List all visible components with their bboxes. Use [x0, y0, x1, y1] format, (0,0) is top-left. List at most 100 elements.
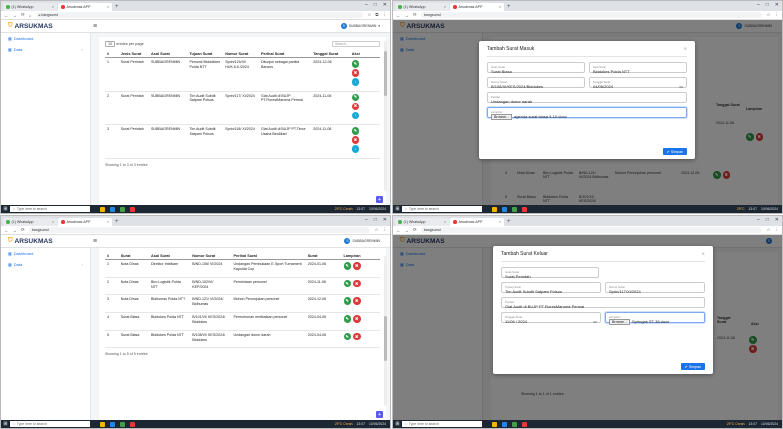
hamburger-icon[interactable]: ≡: [93, 238, 97, 245]
nomor-surat-field[interactable]: Nomor Surat Sprin/117/XI/2024: [605, 282, 705, 294]
tab-arsukmas[interactable]: Arsukmas APP ×: [58, 218, 112, 226]
url-field[interactable]: bangsumd: [420, 11, 763, 19]
new-tab-button[interactable]: +: [115, 219, 119, 225]
edit-icon[interactable]: ✎: [351, 60, 360, 68]
edge-icon[interactable]: [110, 421, 115, 427]
edit-icon[interactable]: ✎: [343, 315, 351, 323]
search-input[interactable]: Search...: [332, 41, 380, 47]
delete-icon[interactable]: ✖: [353, 315, 361, 323]
perihal-field[interactable]: Perihal Giat Audit di BUJP PT.FloresMarom…: [501, 297, 705, 309]
file-explorer-icon[interactable]: [100, 421, 105, 427]
windows-icon[interactable]: ⊞: [393, 206, 402, 212]
url-field[interactable]: 🔒︎ bangsumd: [35, 11, 364, 19]
jenis-surat-field[interactable]: Jenis Surat Surat Biasa: [487, 62, 585, 74]
scrollbar[interactable]: [384, 41, 387, 191]
new-tab-button[interactable]: +: [507, 4, 511, 10]
file-explorer-icon[interactable]: [100, 206, 105, 212]
forward-icon[interactable]: →: [405, 13, 410, 18]
download-icon[interactable]: ↓: [351, 111, 360, 119]
tab-whatsapp[interactable]: (1) WhatsApp ×: [3, 3, 57, 11]
app-icon[interactable]: [130, 421, 135, 427]
edit-icon[interactable]: ✎: [351, 127, 360, 135]
maximize-icon[interactable]: □: [374, 217, 377, 223]
close-window-icon[interactable]: ✕: [775, 217, 779, 223]
app-icon[interactable]: [130, 206, 135, 212]
maximize-icon[interactable]: □: [374, 2, 377, 8]
maximize-icon[interactable]: □: [766, 2, 769, 8]
calendar-icon[interactable]: ▭: [679, 84, 683, 89]
add-button[interactable]: +: [376, 411, 383, 418]
file-explorer-icon[interactable]: [492, 421, 497, 427]
menu-dots-icon[interactable]: ⋮: [775, 12, 780, 18]
minimize-icon[interactable]: –: [757, 2, 760, 8]
asal-surat-field[interactable]: Asal Surat Biddokes Polda NTT: [589, 62, 687, 74]
edit-icon[interactable]: ✎: [343, 279, 351, 288]
chrome-icon[interactable]: [120, 206, 125, 212]
menu-dots-icon[interactable]: ⋮: [383, 227, 388, 233]
lampiran-file-input[interactable]: Lampiran Browse... agenda surat biasa 9-10…: [487, 107, 687, 120]
tanggal-surat-field[interactable]: Tanggal Surat 11/06 / 2024 ▭: [501, 312, 601, 324]
taskbar-search[interactable]: ⌕ Type here to search: [402, 421, 482, 427]
sidebar-item-data[interactable]: ▦ Data ›: [1, 44, 90, 55]
close-tab-icon[interactable]: ×: [444, 5, 446, 9]
star-icon[interactable]: ☆: [374, 227, 378, 233]
tujuan-surat-field[interactable]: Tujuan Surat Tim Audit Subdit Satpam Pols…: [501, 282, 601, 294]
close-tab-icon[interactable]: ×: [444, 220, 446, 224]
delete-icon[interactable]: ✖: [353, 332, 361, 341]
new-tab-button[interactable]: +: [115, 4, 119, 10]
close-icon[interactable]: ✕: [684, 46, 687, 52]
close-window-icon[interactable]: ✕: [383, 2, 387, 8]
back-icon[interactable]: ←: [396, 228, 401, 233]
minimize-icon[interactable]: –: [365, 217, 368, 223]
save-button[interactable]: ✔︎ Simpan: [662, 148, 687, 155]
entries-select[interactable]: 10: [105, 41, 116, 47]
app-icon[interactable]: [522, 421, 527, 427]
tab-arsukmas[interactable]: Arsukmas APP ×: [450, 3, 504, 11]
browse-button[interactable]: Browse...: [491, 113, 512, 120]
windows-icon[interactable]: ⊞: [1, 206, 10, 212]
file-explorer-icon[interactable]: [492, 206, 497, 212]
delete-icon[interactable]: ✖: [353, 262, 361, 270]
reload-icon[interactable]: ⟳: [21, 227, 25, 233]
edge-icon[interactable]: [502, 421, 507, 427]
tanggal-surat-field[interactable]: Tanggal Surat 04/06/2024 ▭: [589, 77, 687, 89]
chrome-icon[interactable]: [120, 421, 125, 427]
chrome-icon[interactable]: [512, 206, 517, 212]
edge-icon[interactable]: [110, 206, 115, 212]
user-menu[interactable]: S SUBBAGRENMIN ▾: [340, 23, 380, 29]
edit-icon[interactable]: ✎: [351, 93, 360, 101]
url-field[interactable]: bangsumd: [420, 226, 763, 234]
download-icon[interactable]: ↓: [351, 78, 360, 86]
star-icon[interactable]: ☆: [766, 12, 770, 18]
windows-icon[interactable]: ⊞: [393, 421, 402, 427]
sidebar-item-dashboard[interactable]: ▦Dashboard: [1, 248, 90, 259]
tab-whatsapp[interactable]: (1) WhatsApp ×: [395, 3, 449, 11]
url-field[interactable]: bangsumd: [28, 226, 371, 234]
calendar-icon[interactable]: ▭: [593, 319, 597, 324]
reload-icon[interactable]: ⟳: [413, 227, 417, 233]
delete-icon[interactable]: ✖: [351, 136, 360, 144]
forward-icon[interactable]: →: [405, 228, 410, 233]
delete-icon[interactable]: ✖: [353, 297, 361, 305]
perihal-field[interactable]: Perihal Undangan donor darah: [487, 92, 687, 104]
delete-icon[interactable]: ✖: [351, 69, 360, 77]
sidebar-item-dashboard[interactable]: ▦Dashboard: [1, 33, 90, 44]
taskbar-search[interactable]: ⌕ Type here to search: [10, 421, 90, 427]
edge-icon[interactable]: [502, 206, 507, 212]
back-icon[interactable]: ←: [4, 13, 9, 18]
download-icon[interactable]: ↓: [351, 145, 360, 153]
extensions-icon[interactable]: ⧉: [375, 12, 378, 18]
maximize-icon[interactable]: □: [766, 217, 769, 223]
minimize-icon[interactable]: –: [365, 2, 368, 8]
save-button[interactable]: ✔︎ Simpan: [680, 363, 705, 370]
delete-icon[interactable]: ✖: [351, 102, 360, 110]
tab-arsukmas[interactable]: Arsukmas APP ×: [58, 3, 112, 11]
star-icon[interactable]: ☆: [367, 12, 371, 18]
tab-whatsapp[interactable]: (1) WhatsApp ×: [395, 218, 449, 226]
taskbar-search[interactable]: ⌕ Type here to search: [402, 206, 482, 212]
menu-dots-icon[interactable]: ⋮: [775, 227, 780, 233]
edit-icon[interactable]: ✎: [343, 262, 351, 270]
star-icon[interactable]: ☆: [766, 227, 770, 233]
delete-icon[interactable]: ✖: [353, 279, 361, 288]
hamburger-icon[interactable]: ≡: [93, 23, 97, 30]
